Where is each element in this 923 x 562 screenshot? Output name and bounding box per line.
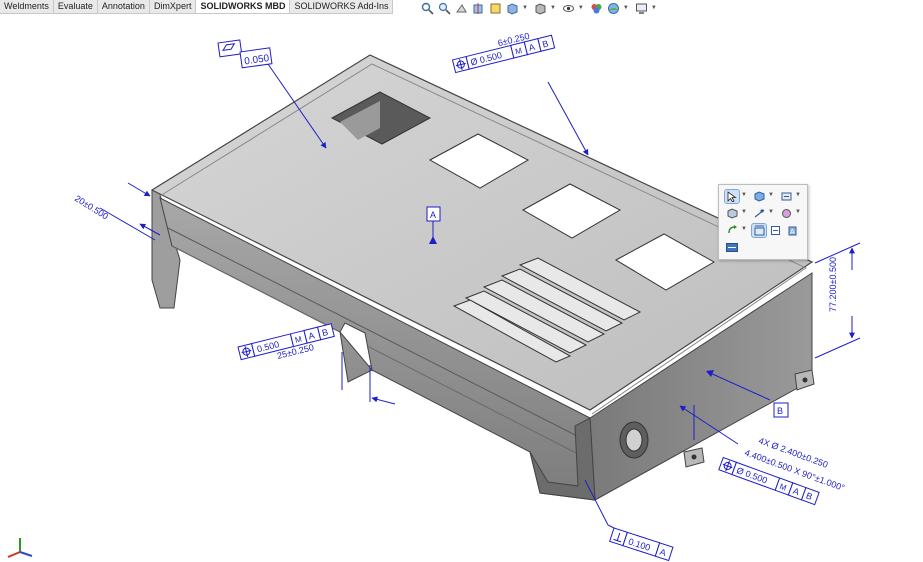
smart-dimension-icon[interactable]	[752, 207, 766, 220]
coordinate-triad-icon	[7, 538, 33, 558]
chevron-down-icon[interactable]: ▼	[768, 192, 774, 198]
sheet-metal-cover-model[interactable]	[150, 54, 815, 501]
chevron-down-icon[interactable]: ▼	[741, 192, 747, 198]
reference-dimension-icon[interactable]	[779, 190, 793, 203]
chevron-down-icon[interactable]: ▼	[741, 226, 747, 232]
chevron-down-icon[interactable]: ▼	[768, 209, 774, 215]
select-icon[interactable]	[724, 189, 740, 204]
context-toolbar: ▼ ▼ ▼ ▼ ▼ ▼ ▼ A	[718, 184, 808, 260]
hole-pattern-fcf[interactable]: 6±0.250 Ø 0.500 M A B	[450, 26, 556, 74]
pattern-icon[interactable]	[725, 241, 739, 254]
surface-finish-icon[interactable]	[779, 207, 793, 220]
chevron-down-icon[interactable]: ▼	[795, 192, 801, 198]
rotate-icon[interactable]	[725, 224, 739, 237]
box-view-icon[interactable]	[725, 207, 739, 220]
datum-icon[interactable]	[752, 190, 766, 203]
flatness-tolerance: 0.050	[244, 53, 271, 67]
datum-b-label: B	[777, 406, 783, 416]
graphics-area[interactable]: 0.050 6±0.250 Ø 0.500 M A B 20±0.500 A 2	[0, 0, 923, 562]
chevron-down-icon[interactable]: ▼	[795, 209, 801, 215]
datum-a-label: A	[430, 210, 436, 220]
perpendicularity-fcf[interactable]: 0.100 A	[609, 527, 674, 562]
size-dimension-icon[interactable]: A	[785, 224, 799, 237]
note-icon[interactable]	[768, 224, 782, 237]
location-dimension-icon[interactable]	[751, 223, 767, 238]
svg-text:A: A	[790, 229, 795, 236]
flatness-symbol-box[interactable]	[217, 39, 243, 58]
chevron-down-icon[interactable]: ▼	[741, 209, 747, 215]
side-dimension[interactable]: 20±0.500	[73, 193, 110, 221]
height-dimension[interactable]: 77.200±0.500	[828, 257, 838, 312]
